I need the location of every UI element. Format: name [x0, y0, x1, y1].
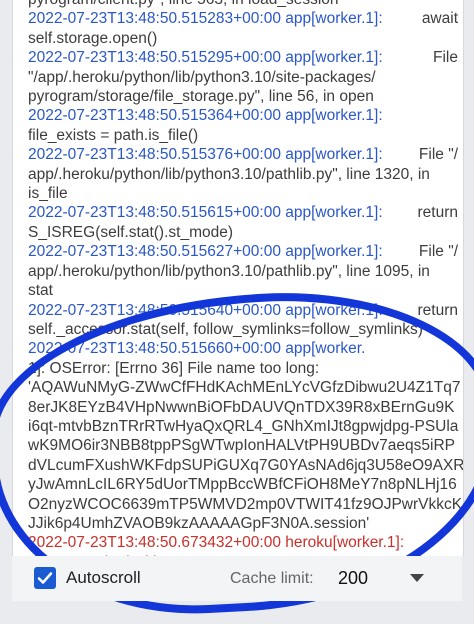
cache-limit-label: Cache limit:	[230, 570, 314, 587]
log-timestamp: 2022-07-23T13:48:50.515283+00:00 app[wor…	[28, 10, 383, 28]
log-message: file_exists = path.is_file()	[28, 126, 199, 144]
log-message: 2022-07-23T13:48:50.515660+00:00 app[wor…	[28, 340, 366, 358]
log-line: 8erJK8EYzB4VHpNwwnBiOFbDAUVQnTDX39R8xBEr…	[28, 398, 458, 417]
log-line: 2022-07-23T13:48:50.515640+00:00 app[wor…	[28, 301, 458, 320]
log-message: self.storage.open()	[28, 29, 158, 47]
log-message: "/app/.heroku/python/lib/python3.10/site…	[28, 68, 376, 86]
log-message: return	[417, 301, 459, 319]
log-line: 2022-07-23T13:48:50.515376+00:00 app[wor…	[28, 145, 458, 164]
log-message: await	[421, 10, 458, 28]
log-timestamp: 2022-07-23T13:48:50.515376+00:00 app[wor…	[28, 146, 383, 164]
log-footer: Autoscroll Cache limit: 200	[12, 556, 462, 601]
log-timestamp: 2022-07-23T13:48:50.515615+00:00 app[wor…	[28, 204, 383, 222]
log-line: "/app/.heroku/python/lib/python3.10/site…	[28, 68, 458, 87]
log-line: 2022-07-23T13:48:50.673432+00:00 heroku[…	[28, 533, 458, 552]
log-line: 2022-07-23T13:48:50.515283+00:00 app[wor…	[28, 9, 458, 28]
log-line: dVLcumFXushWKFdpSUPiGUXq7G0YAsNAd6jq3U58…	[28, 456, 463, 475]
log-message: i6qt-mtvbBznTRrRTwHyaQxQRL4_GNhXmIJt8gpw…	[28, 417, 459, 435]
log-message: File "/	[418, 243, 458, 261]
log-message: wK9MO6ir3NBB8tppPSgWTwpIonHALVtPH9UBDv7a…	[28, 437, 456, 455]
log-message: File	[433, 49, 458, 67]
checkmark-icon	[37, 572, 53, 584]
log-message: dVLcumFXushWKFdpSUPiGUXq7G0YAsNAd6jq3U58…	[28, 456, 464, 474]
log-line: self._accessor.stat(self, follow_symlink…	[28, 320, 458, 339]
log-message: return	[417, 204, 459, 222]
log-line: 2022-07-23T13:48:50.515364+00:00 app[wor…	[28, 106, 458, 125]
log-line: app/.heroku/python/lib/python3.10/pathli…	[28, 262, 458, 281]
autoscroll-checkbox[interactable]	[34, 567, 56, 589]
log-message: yJwAmnLcIL6RY5dUorTMppBccWBfCFiOH8MeY7n8…	[28, 476, 457, 494]
log-panel[interactable]: pyrogram/client.py", line 563, in load_s…	[12, 0, 464, 556]
log-message: 8erJK8EYzB4VHpNwwnBiOFbDAUVQnTDX39R8xBEr…	[28, 398, 455, 416]
log-line: yJwAmnLcIL6RY5dUorTMppBccWBfCFiOH8MeY7n8…	[28, 475, 458, 494]
log-message: S_ISREG(self.stat().st_mode)	[28, 223, 234, 241]
log-line: is_file	[28, 184, 458, 203]
log-timestamp: 2022-07-23T13:48:50.515640+00:00 app[wor…	[28, 301, 383, 319]
log-timestamp: 2022-07-23T13:48:50.515627+00:00 app[wor…	[28, 243, 383, 261]
log-line: 1]: OSError: [Errno 36] File name too lo…	[28, 359, 458, 378]
log-message: app/.heroku/python/lib/python3.10/pathli…	[28, 165, 430, 183]
log-message: app/.heroku/python/lib/python3.10/pathli…	[28, 262, 430, 280]
log-message: O2nyzWCOC6639mTP5WMVD2mp0VTWIT41fz9OJPwr…	[28, 495, 463, 513]
log-output: pyrogram/client.py", line 563, in load_s…	[28, 0, 463, 556]
log-line: S_ISREG(self.stat().st_mode)	[28, 223, 458, 242]
log-line: file_exists = path.is_file()	[28, 126, 458, 145]
log-line: pyrogram/storage/file_storage.py", line …	[28, 87, 458, 106]
log-line: 2022-07-23T13:48:50.515627+00:00 app[wor…	[28, 242, 458, 261]
log-line: 2022-07-23T13:48:50.515615+00:00 app[wor…	[28, 203, 458, 222]
log-line: stat	[28, 281, 458, 300]
log-timestamp: 2022-07-23T13:48:50.515295+00:00 app[wor…	[28, 49, 383, 67]
log-timestamp: 2022-07-23T13:48:50.515364+00:00 app[wor…	[28, 107, 383, 125]
log-line: JJik6p4UmhZVAOB9kzAAAAAGpF3N0A.session'	[28, 514, 458, 533]
autoscroll-label[interactable]: Autoscroll	[66, 568, 141, 588]
log-message: File "/	[418, 146, 458, 164]
log-line: app/.heroku/python/lib/python3.10/pathli…	[28, 165, 458, 184]
log-message: 'AQAWuNMyG-ZWwCfFHdKAchMEnLYcVGfzDibwu2U…	[28, 379, 461, 397]
log-message: 1]: OSError: [Errno 36] File name too lo…	[28, 359, 320, 377]
log-message: stat	[28, 282, 53, 300]
log-message: pyrogram/storage/file_storage.py", line …	[28, 88, 374, 106]
log-message: self._accessor.stat(self, follow_symlink…	[28, 320, 423, 338]
log-message: 2022-07-23T13:48:50.673432+00:00 heroku[…	[28, 534, 405, 552]
log-message: is_file	[28, 185, 68, 203]
log-message: JJik6p4UmhZVAOB9kzAAAAAGpF3N0A.session'	[28, 514, 370, 532]
chevron-down-icon[interactable]	[410, 574, 424, 582]
cache-limit-select[interactable]: 200	[338, 568, 368, 589]
log-line: 2022-07-23T13:48:50.515660+00:00 app[wor…	[28, 339, 458, 358]
log-line: self.storage.open()	[28, 29, 458, 48]
log-line: i6qt-mtvbBznTRrRTwHyaQxQRL4_GNhXmIJt8gpw…	[28, 417, 458, 436]
log-line: wK9MO6ir3NBB8tppPSgWTwpIonHALVtPH9UBDv7a…	[28, 436, 458, 455]
log-message: pyrogram/client.py", line 563, in load_s…	[28, 0, 339, 8]
log-line: O2nyzWCOC6639mTP5WMVD2mp0VTWIT41fz9OJPwr…	[28, 495, 462, 514]
log-line: 'AQAWuNMyG-ZWwCfFHdKAchMEnLYcVGfzDibwu2U…	[28, 378, 461, 397]
log-line: pyrogram/client.py", line 563, in load_s…	[28, 0, 458, 9]
log-line: 2022-07-23T13:48:50.515295+00:00 app[wor…	[28, 48, 458, 67]
